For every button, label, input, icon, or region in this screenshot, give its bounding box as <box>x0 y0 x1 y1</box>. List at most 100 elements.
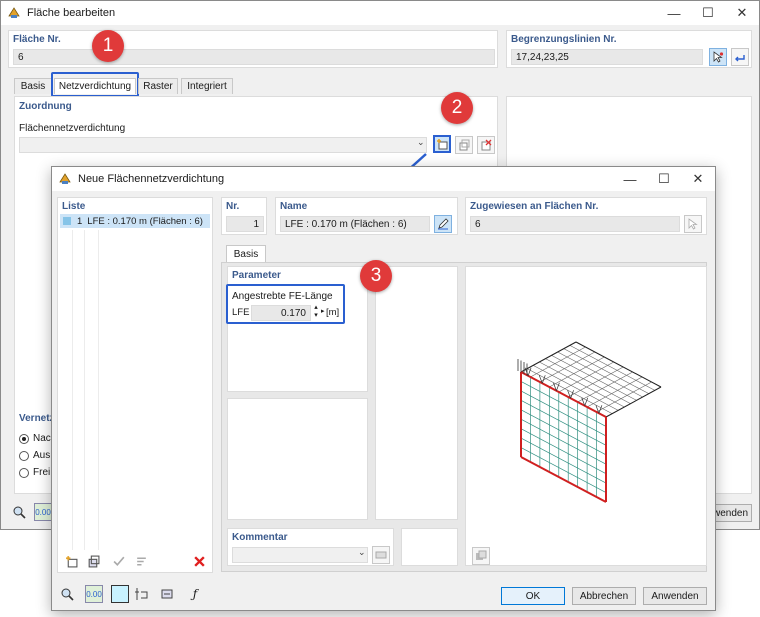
kommentar-panel: Kommentar ⌄ <box>227 528 394 566</box>
delete-x-icon <box>193 555 205 567</box>
list-copy-button[interactable] <box>84 552 102 570</box>
list-guide-2 <box>84 230 85 550</box>
list-delete-button[interactable] <box>190 552 208 570</box>
begrenzung-label: Begrenzungslinien Nr. <box>511 34 617 45</box>
list-check-button[interactable] <box>110 552 128 570</box>
tab-integriert[interactable]: Integriert <box>181 78 233 94</box>
mesh-slab-line-b <box>551 355 637 401</box>
name-panel: Name LFE : 0.170 m (Flächen : 6) <box>275 197 458 235</box>
begrenzung-field[interactable]: 17,24,23,25 <box>511 49 703 65</box>
radio-button-1[interactable] <box>19 433 29 444</box>
list-new-button[interactable] <box>62 552 80 570</box>
edit-name-button[interactable] <box>434 215 452 233</box>
parameter-highlight <box>226 284 345 324</box>
pick-cursor-icon-2 <box>688 218 698 230</box>
dialog-minimize-icon[interactable]: — <box>613 167 647 191</box>
edit-pencil-icon <box>438 218 449 230</box>
graphic-settings-button[interactable] <box>472 547 490 565</box>
sort-icon <box>136 557 146 565</box>
radio-label-3: Frei <box>33 467 51 478</box>
anwenden-button[interactable]: Anwenden <box>643 587 707 605</box>
pick-lines-button[interactable] <box>709 48 727 66</box>
parameter-title: Parameter <box>232 270 281 281</box>
dialog-view-icon[interactable] <box>158 585 176 603</box>
mesh-slab-line-b <box>545 358 631 404</box>
liste-title: Liste <box>62 201 86 212</box>
dialog-maximize-icon[interactable]: ☐ <box>647 167 681 191</box>
kommentar-button[interactable] <box>372 546 390 564</box>
app-icon <box>8 7 20 18</box>
tab-basis[interactable]: Basis <box>14 78 52 94</box>
comment-icon <box>375 551 387 559</box>
copy-meshrefinement-button[interactable] <box>455 136 473 154</box>
abbrechen-button[interactable]: Abbrechen <box>572 587 636 605</box>
badge-2: 2 <box>441 92 473 124</box>
dialog-units-icon[interactable]: 0.00 <box>85 585 103 603</box>
param-empty-panel-1 <box>227 398 368 520</box>
close-icon[interactable]: ✕ <box>725 1 759 25</box>
delete-meshrefinement-button[interactable] <box>477 136 495 154</box>
kommentar-empty-panel <box>401 528 458 566</box>
list-item-color <box>63 217 71 225</box>
mesh-slab-line-b <box>539 361 625 408</box>
kommentar-select[interactable] <box>232 547 368 563</box>
list-guide-3 <box>98 230 99 550</box>
copy-icon-2 <box>88 555 99 567</box>
mesh-preview <box>517 341 662 503</box>
radio-label-1: Nac <box>33 433 51 444</box>
minimize-icon[interactable]: — <box>657 1 691 25</box>
nr-label: Nr. <box>226 201 240 212</box>
maximize-icon[interactable]: ☐ <box>691 1 725 25</box>
flaechennetz-select[interactable] <box>19 137 427 153</box>
name-field[interactable]: LFE : 0.170 m (Flächen : 6) <box>280 216 430 232</box>
radio-label-2: Aus <box>33 450 51 461</box>
outer-search-icon[interactable] <box>10 503 28 521</box>
mesh-support-triangle <box>584 397 589 406</box>
list-guide-1 <box>72 230 73 550</box>
radio-button-3[interactable] <box>19 467 29 478</box>
pick-surfaces-button[interactable] <box>684 215 702 233</box>
vernetz-title: Vernetz <box>19 413 55 424</box>
flaeche-field[interactable]: 6 <box>13 49 495 65</box>
list-item-nr: 1 <box>77 215 83 227</box>
zugewiesen-label: Zugewiesen an Flächen Nr. <box>470 201 599 212</box>
nr-field[interactable]: 1 <box>226 216 264 232</box>
list-sort-button[interactable] <box>132 552 150 570</box>
mesh-wall-hline <box>520 418 607 465</box>
mesh-support-triangle <box>556 382 560 391</box>
pick-cursor-icon <box>713 51 724 63</box>
mesh-slab-line-b <box>569 345 656 391</box>
mesh-support-triangle <box>527 367 532 376</box>
dialog-titlebar: Neue Flächennetzverdichtung — ☐ ✕ <box>52 167 715 191</box>
mesh-wall-hline <box>520 447 607 493</box>
graphic-settings-icon <box>476 550 487 560</box>
tab-basis-inner[interactable]: Basis <box>226 245 266 263</box>
mesh-wall-hline <box>520 409 607 456</box>
tab-raster[interactable]: Raster <box>138 78 178 94</box>
dialog-structure-icon[interactable] <box>132 585 150 603</box>
begrenzung-panel: Begrenzungslinien Nr. 17,24,23,25 <box>506 30 752 68</box>
check-icon <box>113 556 124 566</box>
list-item[interactable]: 1 LFE : 0.170 m (Flächen : 6) <box>60 214 210 228</box>
chevron-down-icon: ⌄ <box>417 137 425 147</box>
zugewiesen-field[interactable]: 6 <box>470 216 680 232</box>
reverse-button[interactable] <box>731 48 749 66</box>
dialog-app-icon <box>59 173 71 184</box>
dialog-search-icon[interactable] <box>58 585 76 603</box>
nr-panel: Nr. 1 <box>221 197 267 235</box>
dialog-close-icon[interactable]: ✕ <box>681 167 715 191</box>
radio-button-2[interactable] <box>19 450 29 461</box>
mesh-slab-line-b <box>557 351 643 398</box>
badge-3: 3 <box>360 260 392 292</box>
radio-row-1[interactable]: Nac <box>19 433 51 444</box>
new-meshrefinement-button[interactable] <box>433 135 451 153</box>
dialog-formula-icon[interactable]: ƒ <box>186 585 204 603</box>
radio-row-2[interactable]: Aus <box>19 450 50 461</box>
radio-row-3[interactable]: Frei <box>19 467 50 478</box>
kommentar-title: Kommentar <box>232 532 288 543</box>
color-square-icon[interactable] <box>111 585 129 603</box>
ok-button[interactable]: OK <box>501 587 565 605</box>
kommentar-chevron-icon: ⌄ <box>358 547 366 557</box>
outer-units-icon[interactable]: 0.00 <box>34 503 52 521</box>
outer-titlebar: Fläche bearbeiten — ☐ ✕ <box>1 1 759 25</box>
